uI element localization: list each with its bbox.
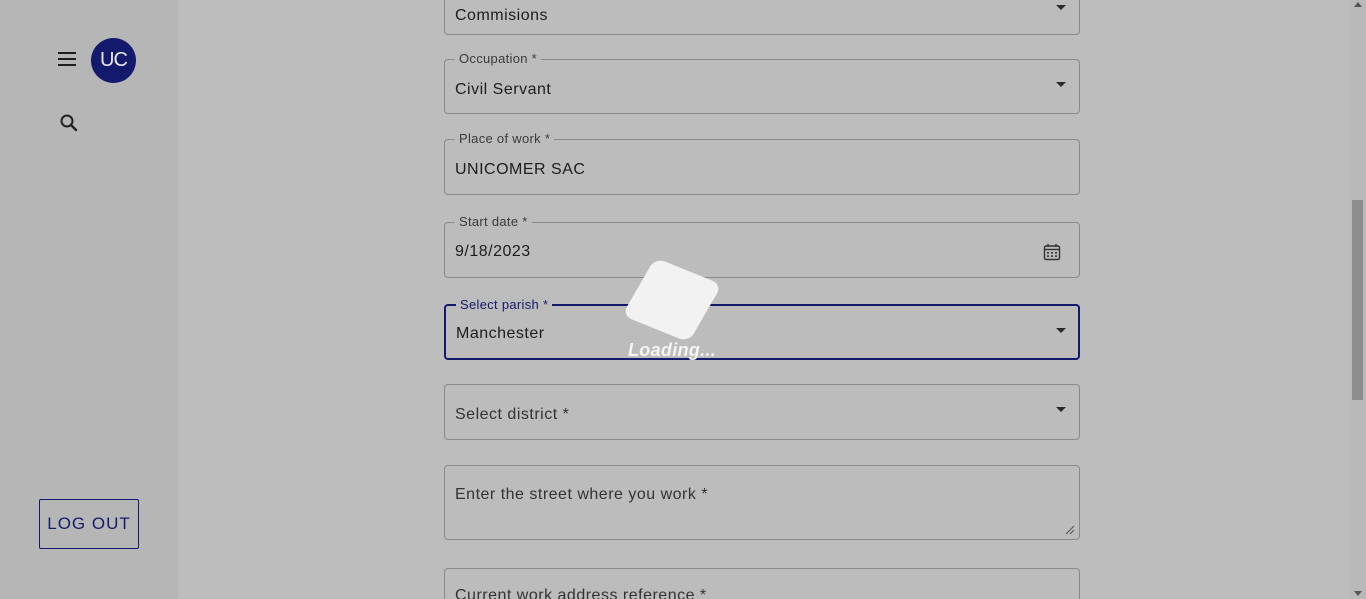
loading-spinner-icon xyxy=(621,257,723,343)
hamburger-menu-icon[interactable] xyxy=(55,47,79,71)
page-scrollbar[interactable] xyxy=(1350,0,1366,599)
avatar[interactable]: UC xyxy=(91,38,136,83)
calendar-icon[interactable] xyxy=(1043,243,1061,261)
search-icon[interactable] xyxy=(58,112,80,134)
district-placeholder: Select district * xyxy=(455,406,570,423)
sidebar: UC LOG OUT xyxy=(0,0,178,599)
scroll-down-arrow-icon[interactable] xyxy=(1354,591,1362,596)
street-placeholder: Enter the street where you work * xyxy=(455,486,709,503)
commissions-select[interactable]: Commisions xyxy=(444,0,1080,35)
occupation-value: Civil Servant xyxy=(455,81,552,98)
occupation-label: Occupation * xyxy=(455,51,542,66)
parish-label: Select parish * xyxy=(456,297,553,312)
occupation-select[interactable]: Occupation * Civil Servant xyxy=(444,51,1080,114)
loading-text: Loading... xyxy=(628,340,716,360)
start-date-field[interactable]: Start date * 9/18/2023 xyxy=(444,214,1080,278)
place-of-work-label: Place of work * xyxy=(455,131,555,146)
form-area: Commisions Occupation * Civil Servant Pl… xyxy=(178,0,1350,599)
chevron-down-icon xyxy=(1056,5,1066,10)
start-date-label: Start date * xyxy=(455,214,532,229)
chevron-down-icon xyxy=(1056,82,1066,87)
chevron-down-icon xyxy=(1056,407,1066,412)
start-date-value: 9/18/2023 xyxy=(455,243,531,260)
place-of-work-field[interactable]: Place of work * UNICOMER SAC xyxy=(444,131,1080,195)
parish-value: Manchester xyxy=(456,325,545,342)
place-of-work-value: UNICOMER SAC xyxy=(455,161,586,178)
parish-select[interactable]: Select parish * Manchester xyxy=(444,297,1080,360)
address-reference-field[interactable]: Current work address reference * xyxy=(444,568,1080,599)
district-select[interactable]: Select district * xyxy=(444,384,1080,440)
resize-handle-icon[interactable] xyxy=(1065,525,1075,535)
chevron-down-icon xyxy=(1056,328,1066,333)
street-textarea[interactable]: Enter the street where you work * xyxy=(444,465,1080,540)
commissions-value: Commisions xyxy=(455,7,549,24)
loading-indicator: Loading... xyxy=(621,257,728,362)
logout-button[interactable]: LOG OUT xyxy=(39,499,139,549)
scroll-up-arrow-icon[interactable] xyxy=(1354,2,1362,7)
scrollbar-thumb[interactable] xyxy=(1352,200,1363,400)
address-reference-placeholder: Current work address reference * xyxy=(455,587,707,599)
